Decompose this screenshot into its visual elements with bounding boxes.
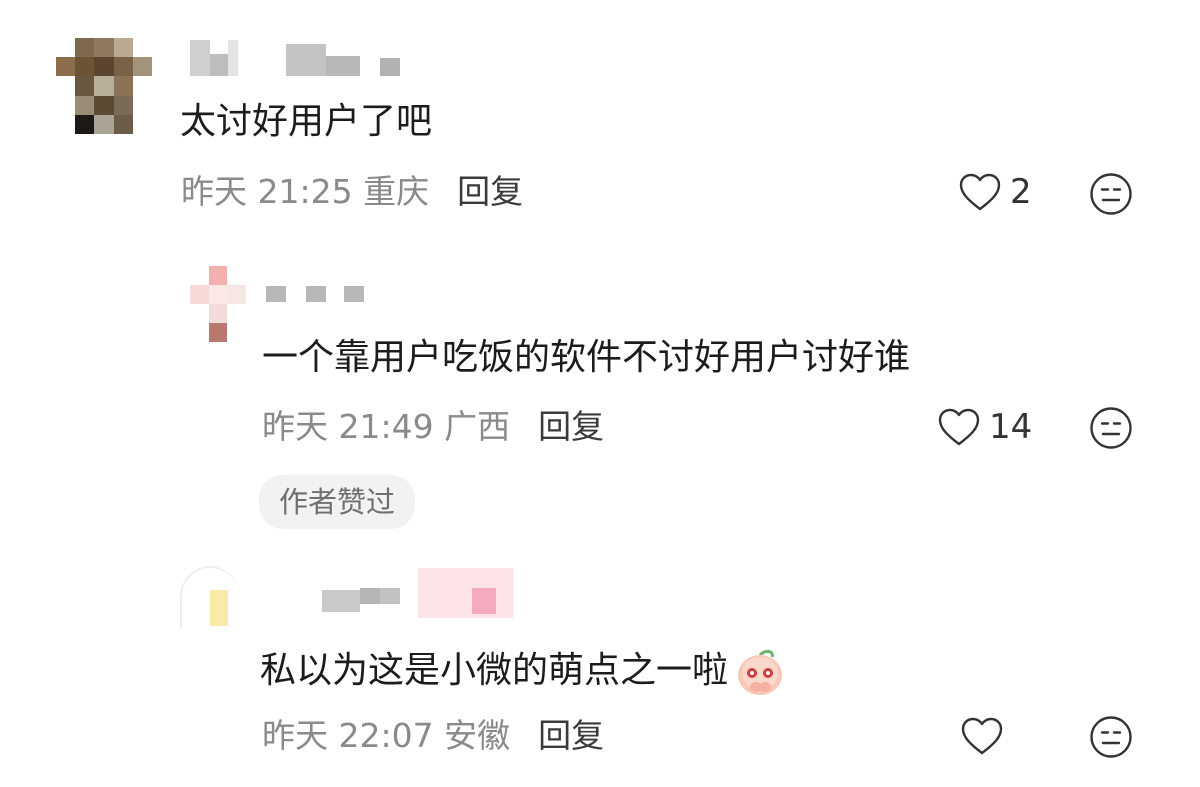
peach-shy-emoji <box>738 649 783 695</box>
comment-meta: 昨天 21:25 重庆 回复 <box>181 172 523 212</box>
avatar[interactable] <box>56 38 152 134</box>
author-liked-badge: 作者赞过 <box>259 475 416 529</box>
like-count: 14 <box>989 407 1033 447</box>
neutral-face-icon <box>1090 407 1132 449</box>
time-location: 昨天 22:07 安徽 <box>262 716 511 755</box>
username[interactable] <box>266 286 366 306</box>
dislike-button[interactable] <box>1088 171 1134 221</box>
comment-text: 一个靠用户吃饭的软件不讨好用户讨好谁 <box>262 337 911 378</box>
reply-button[interactable]: 回复 <box>457 172 523 211</box>
comment-text: 私以为这是小微的萌点之一啦 <box>260 643 788 699</box>
username[interactable] <box>322 568 522 626</box>
time-location: 昨天 21:25 重庆 <box>181 172 430 211</box>
comment-meta: 昨天 21:49 广西 回复 <box>262 407 604 447</box>
like-button[interactable]: 2 <box>958 172 1032 212</box>
reply-button[interactable]: 回复 <box>538 716 604 755</box>
heart-icon <box>959 173 1001 211</box>
time-location: 昨天 21:49 广西 <box>262 407 511 446</box>
like-button[interactable]: 14 <box>937 407 1032 447</box>
dislike-button[interactable] <box>1088 714 1134 764</box>
username[interactable] <box>190 40 420 76</box>
like-count: 2 <box>1010 172 1032 212</box>
reply-button[interactable]: 回复 <box>538 407 604 446</box>
neutral-face-icon <box>1090 173 1132 215</box>
heart-icon <box>961 717 1003 755</box>
avatar[interactable] <box>180 566 240 628</box>
like-button[interactable] <box>960 716 1012 756</box>
avatar[interactable] <box>190 266 246 342</box>
neutral-face-icon <box>1090 716 1132 758</box>
heart-icon <box>938 408 980 446</box>
comment-meta: 昨天 22:07 安徽 回复 <box>262 716 604 756</box>
comment-text-content: 私以为这是小微的萌点之一啦 <box>260 650 729 691</box>
dislike-button[interactable] <box>1088 405 1134 455</box>
comment-text: 太讨好用户了吧 <box>180 101 433 142</box>
